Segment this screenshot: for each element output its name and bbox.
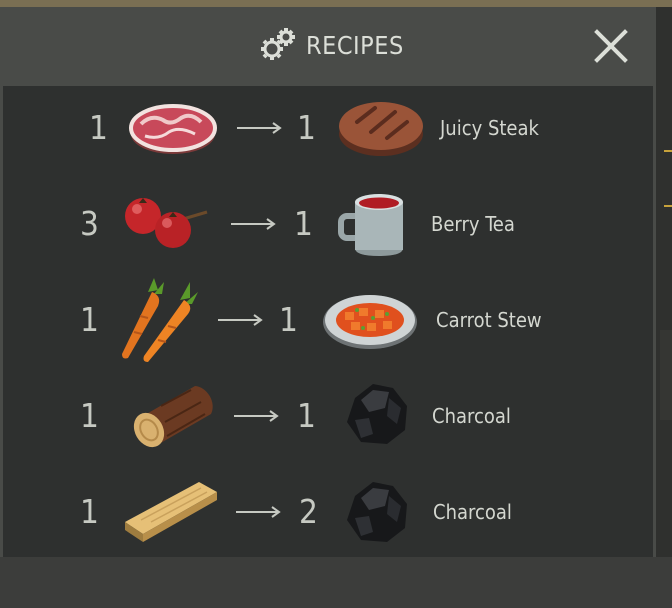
raw-meat-icon	[129, 104, 217, 154]
gears-icon	[261, 28, 295, 60]
charcoal-icon	[347, 482, 407, 542]
charcoal-icon	[347, 384, 407, 444]
carrots-icon	[122, 278, 198, 362]
background-accent	[664, 150, 672, 152]
recipe-row[interactable]: 1 1 Juicy Steak	[3, 102, 653, 224]
steak-icon	[339, 102, 423, 156]
plank-icon	[125, 482, 217, 542]
recipe-row[interactable]: 1 1 Charcoal	[3, 384, 653, 512]
page-title: RECIPES	[306, 30, 404, 60]
berries-icon	[125, 198, 208, 248]
output-quantity: 1	[294, 204, 313, 243]
output-quantity: 1	[297, 396, 316, 435]
log-icon	[133, 386, 213, 448]
recipe-list: 1 1 Juicy Steak 3 1 Berry Tea 1 1 Carrot…	[3, 86, 653, 557]
top-frame-strip	[0, 0, 672, 7]
output-quantity: 2	[299, 492, 318, 531]
recipe-name: Charcoal	[433, 500, 512, 524]
recipe-row[interactable]: 1 2 Charcoal	[3, 482, 653, 608]
stew-plate-icon	[323, 295, 417, 349]
recipe-name: Berry Tea	[431, 212, 515, 236]
output-quantity: 1	[297, 108, 316, 147]
background-edge	[656, 7, 672, 557]
recipe-name: Charcoal	[432, 404, 511, 428]
arrow-icon	[218, 314, 263, 326]
arrow-icon	[231, 218, 276, 230]
input-quantity: 1	[89, 108, 108, 147]
arrow-icon	[236, 506, 281, 518]
recipe-name: Juicy Steak	[440, 116, 539, 140]
title-group: RECIPES	[258, 25, 404, 65]
input-quantity: 1	[80, 300, 99, 339]
input-quantity: 1	[80, 396, 99, 435]
recipe-name: Carrot Stew	[436, 308, 542, 332]
input-quantity: 3	[80, 204, 99, 243]
input-quantity: 1	[80, 492, 99, 531]
output-quantity: 1	[279, 300, 298, 339]
recipe-row[interactable]: 1 1 Carrot Stew	[3, 278, 653, 416]
panel-header: RECIPES	[0, 7, 656, 85]
close-icon[interactable]	[592, 27, 630, 65]
tea-cup-icon	[338, 194, 403, 256]
arrow-icon	[237, 122, 282, 134]
background-accent	[664, 205, 672, 207]
arrow-icon	[234, 410, 279, 422]
background-accent	[660, 330, 672, 420]
